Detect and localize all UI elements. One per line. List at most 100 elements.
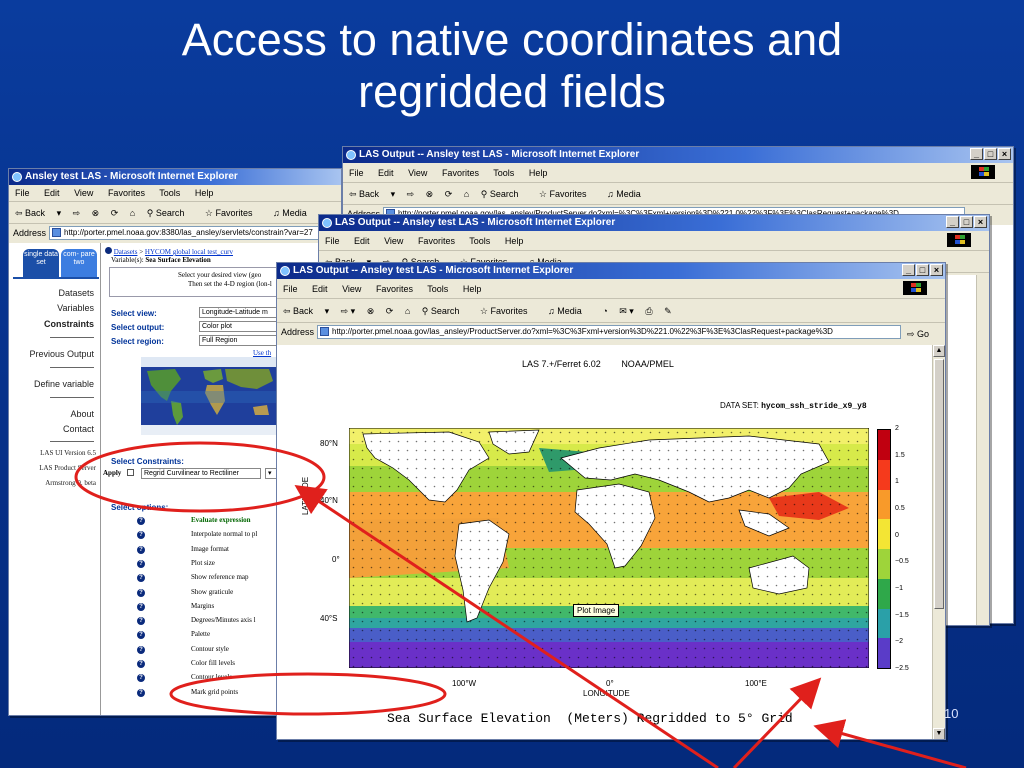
option-item[interactable]: Interpolate normal to pl xyxy=(191,530,257,538)
breadcrumb-datasets[interactable]: Datasets xyxy=(114,248,138,256)
history-icon[interactable]: ◔ xyxy=(602,306,607,316)
menu-tools[interactable]: Tools xyxy=(159,188,180,198)
option-item[interactable]: Mark grid points xyxy=(191,688,238,696)
menu-help[interactable]: Help xyxy=(463,284,482,294)
edit-icon[interactable]: ✎ xyxy=(664,306,672,316)
media-button[interactable]: ♫ Media xyxy=(273,208,316,218)
menu-favorites[interactable]: Favorites xyxy=(376,284,413,294)
middle-window-titlebar[interactable]: LAS Output -- Ansley test LAS - Microsof… xyxy=(319,215,989,231)
help-icon[interactable]: ? xyxy=(137,574,145,583)
menu-tools[interactable]: Tools xyxy=(493,168,514,178)
help-icon[interactable]: ? xyxy=(137,631,145,640)
address-input[interactable]: http://porter.pmel.noaa.gov/las_ansley/P… xyxy=(317,325,901,339)
option-item[interactable]: Color fill levels xyxy=(191,659,235,667)
help-icon[interactable]: ? xyxy=(137,588,145,597)
menu-file[interactable]: File xyxy=(349,168,364,178)
help-icon[interactable]: ? xyxy=(137,517,145,525)
forward-icon[interactable]: ⇨ xyxy=(407,189,415,199)
refresh-icon[interactable]: ⟳ xyxy=(386,306,394,316)
menu-tools[interactable]: Tools xyxy=(469,236,490,246)
option-item[interactable]: Contour style xyxy=(191,645,229,653)
option-item[interactable]: Palette xyxy=(191,630,210,638)
nav-about[interactable]: About xyxy=(70,409,94,419)
refresh-icon[interactable]: ⟳ xyxy=(111,208,119,218)
nav-previous-output[interactable]: Previous Output xyxy=(29,349,94,359)
back-button[interactable]: ⇦ Back ▾ xyxy=(349,189,395,199)
menu-file[interactable]: File xyxy=(15,188,30,198)
media-button[interactable]: ♫ Media xyxy=(607,189,650,199)
nav-constraints[interactable]: Constraints xyxy=(44,319,94,329)
menu-view[interactable]: View xyxy=(342,284,361,294)
front-window-titlebar[interactable]: LAS Output -- Ansley test LAS - Microsof… xyxy=(277,263,945,279)
menu-view[interactable]: View xyxy=(384,236,403,246)
menu-tools[interactable]: Tools xyxy=(427,284,448,294)
option-item[interactable]: Degrees/Minutes axis l xyxy=(191,616,256,624)
breadcrumb-dataset[interactable]: HYCOM global local test_curv xyxy=(145,248,233,256)
plot-scrollbar[interactable]: ▲ ▼ xyxy=(932,345,945,739)
option-item[interactable]: Margins xyxy=(191,602,214,610)
option-item[interactable]: Image format xyxy=(191,545,229,553)
back-button[interactable]: ⇦ Back ▾ xyxy=(283,306,329,316)
home-icon[interactable]: ⌂ xyxy=(405,306,410,316)
tab-single-data-set[interactable]: single data set xyxy=(23,249,59,277)
close-button[interactable]: × xyxy=(930,264,943,276)
nav-datasets[interactable]: Datasets xyxy=(58,288,94,298)
menu-favorites[interactable]: Favorites xyxy=(442,168,479,178)
menu-view[interactable]: View xyxy=(74,188,93,198)
back-window-titlebar[interactable]: LAS Output -- Ansley test LAS - Microsof… xyxy=(343,147,1013,163)
address-input[interactable]: http://porter.pmel.noaa.gov:8380/las_ans… xyxy=(49,226,337,240)
option-item[interactable]: Contour levels xyxy=(191,673,232,681)
scroll-up-icon[interactable]: ▲ xyxy=(933,345,945,357)
menu-edit[interactable]: Edit xyxy=(378,168,394,178)
media-button[interactable]: ♫ Media xyxy=(548,306,591,316)
menu-help[interactable]: Help xyxy=(195,188,214,198)
stop-icon[interactable]: ⊗ xyxy=(367,306,375,316)
nav-define-variable[interactable]: Define variable xyxy=(34,379,94,389)
option-item[interactable]: Show graticule xyxy=(191,588,233,596)
help-icon[interactable]: ? xyxy=(137,559,145,568)
minimize-button[interactable]: _ xyxy=(946,216,959,228)
print-icon[interactable]: ⎙ xyxy=(645,306,652,316)
apply-checkbox[interactable] xyxy=(127,469,134,476)
menu-edit[interactable]: Edit xyxy=(312,284,328,294)
forward-icon[interactable]: ⇨ ▾ xyxy=(341,306,356,316)
option-item[interactable]: Evaluate expression xyxy=(191,516,251,524)
menu-favorites[interactable]: Favorites xyxy=(108,188,145,198)
stop-icon[interactable]: ⊗ xyxy=(92,208,100,218)
go-button[interactable]: ⇨ Go xyxy=(907,325,929,343)
use-link[interactable]: Use th xyxy=(253,349,271,357)
minimize-button[interactable]: _ xyxy=(970,148,983,160)
nav-contact[interactable]: Contact xyxy=(63,424,94,434)
option-item[interactable]: Show reference map xyxy=(191,573,249,581)
home-icon[interactable]: ⌂ xyxy=(130,208,135,218)
maximize-button[interactable]: □ xyxy=(916,264,929,276)
search-button[interactable]: ⚲ Search xyxy=(422,306,469,316)
close-button[interactable]: × xyxy=(974,216,987,228)
help-icon[interactable]: ? xyxy=(137,545,145,554)
option-item[interactable]: Plot size xyxy=(191,559,215,567)
middle-scrollbar[interactable] xyxy=(976,275,989,625)
las-ui-titlebar[interactable]: Ansley test LAS - Microsoft Internet Exp… xyxy=(9,169,341,185)
help-icon[interactable]: ? xyxy=(137,674,145,683)
menu-view[interactable]: View xyxy=(408,168,427,178)
menu-help[interactable]: Help xyxy=(505,236,524,246)
scroll-thumb[interactable] xyxy=(934,359,944,609)
mail-icon[interactable]: ✉ ▾ xyxy=(619,306,634,316)
refresh-icon[interactable]: ⟳ xyxy=(445,189,453,199)
help-icon[interactable]: ? xyxy=(137,617,145,626)
tab-compare-two[interactable]: com- pare two xyxy=(61,249,97,277)
favorites-button[interactable]: ☆ Favorites xyxy=(480,306,537,316)
search-button[interactable]: ⚲ Search xyxy=(147,208,194,218)
maximize-button[interactable]: □ xyxy=(960,216,973,228)
help-icon[interactable]: ? xyxy=(137,531,145,540)
minimize-button[interactable]: _ xyxy=(902,264,915,276)
help-icon[interactable]: ? xyxy=(137,602,145,611)
region-map[interactable] xyxy=(141,357,281,435)
menu-help[interactable]: Help xyxy=(529,168,548,178)
menu-file[interactable]: File xyxy=(325,236,340,246)
stop-icon[interactable]: ⊗ xyxy=(426,189,434,199)
menu-edit[interactable]: Edit xyxy=(44,188,60,198)
home-icon[interactable]: ⌂ xyxy=(464,189,469,199)
search-button[interactable]: ⚲ Search xyxy=(481,189,528,199)
favorites-button[interactable]: ☆ Favorites xyxy=(539,189,596,199)
